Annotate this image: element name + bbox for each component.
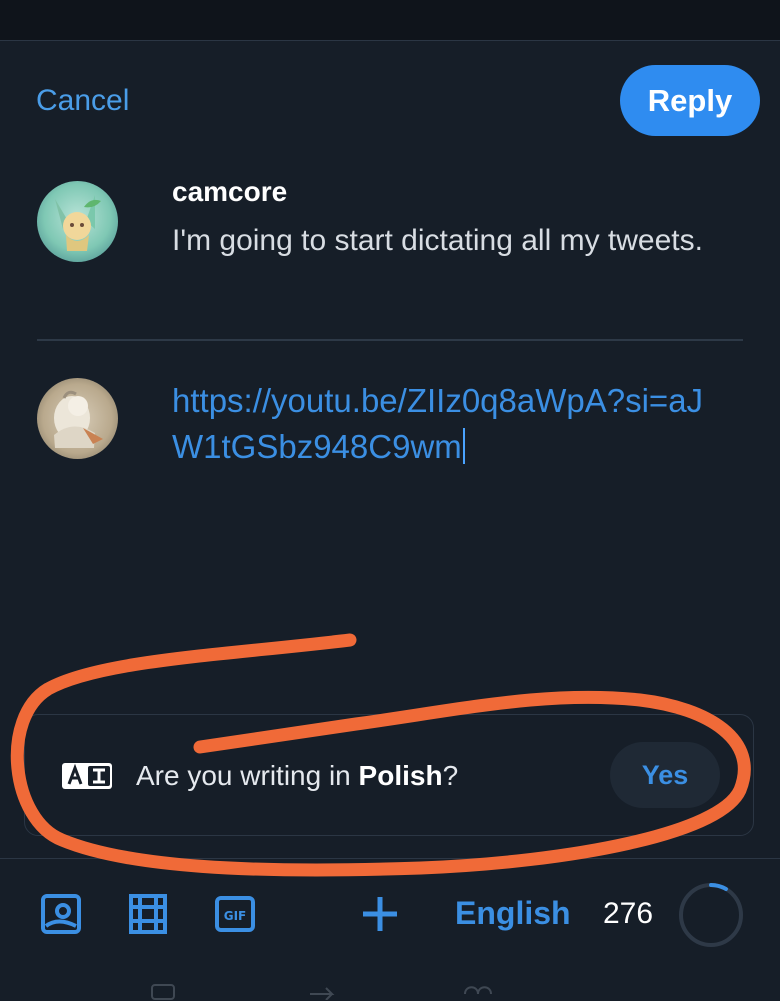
background-post-actions	[151, 984, 492, 1000]
language-question-prefix: Are you writing in	[136, 760, 359, 791]
character-counter: 276	[603, 897, 654, 930]
cancel-button[interactable]: Cancel	[36, 84, 129, 118]
language-question-suffix: ?	[442, 760, 459, 791]
translate-icon	[62, 763, 112, 789]
reply-text-input[interactable]: https://youtu.be/ZIIz0q8aWpA?si=aJW1tGSb…	[172, 378, 732, 470]
post-language-selector[interactable]: English	[455, 895, 571, 932]
detected-language: Polish	[358, 760, 443, 791]
language-question: Are you writing in Polish?	[136, 760, 458, 792]
yes-button[interactable]: Yes	[610, 742, 720, 808]
reply-text: https://youtu.be/ZIIz0q8aWpA?si=aJW1tGSb…	[172, 382, 704, 465]
text-caret	[462, 428, 465, 464]
video-icon[interactable]	[127, 893, 169, 935]
add-icon[interactable]	[359, 893, 401, 935]
original-post-text: I'm going to start dictating all my twee…	[172, 224, 703, 257]
reply-composer-sheet	[0, 40, 780, 1001]
avatar	[37, 181, 118, 262]
image-icon[interactable]	[40, 893, 82, 935]
thread-divider	[37, 339, 743, 341]
reply-button[interactable]: Reply	[620, 65, 760, 136]
svg-text:GIF: GIF	[224, 909, 247, 923]
character-progress-ring	[679, 883, 743, 947]
original-post-username: camcore	[172, 176, 288, 207]
toolbar-divider	[0, 858, 780, 859]
my-avatar	[37, 378, 118, 459]
gif-icon[interactable]: GIF	[214, 893, 256, 935]
